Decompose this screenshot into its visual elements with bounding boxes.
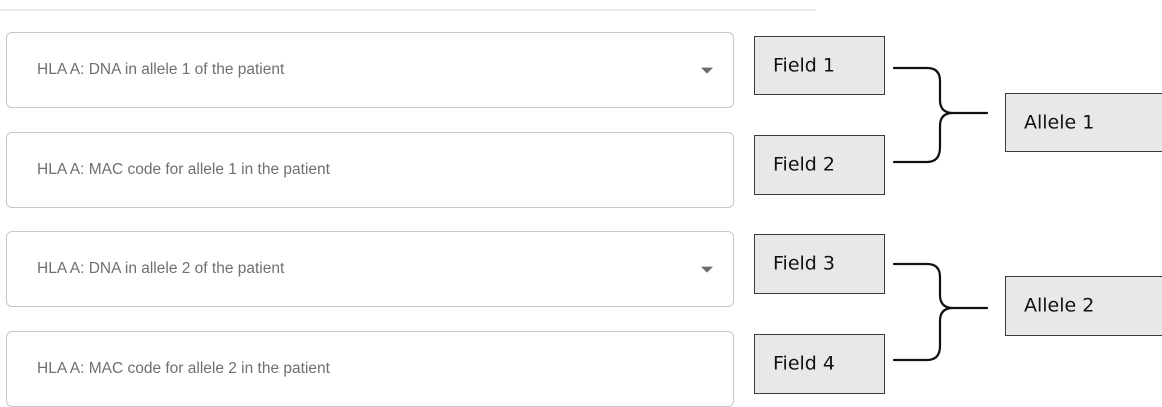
curly-brace-icon <box>892 262 989 362</box>
bracket-connectors <box>892 66 989 362</box>
curly-brace-icon <box>892 66 989 164</box>
